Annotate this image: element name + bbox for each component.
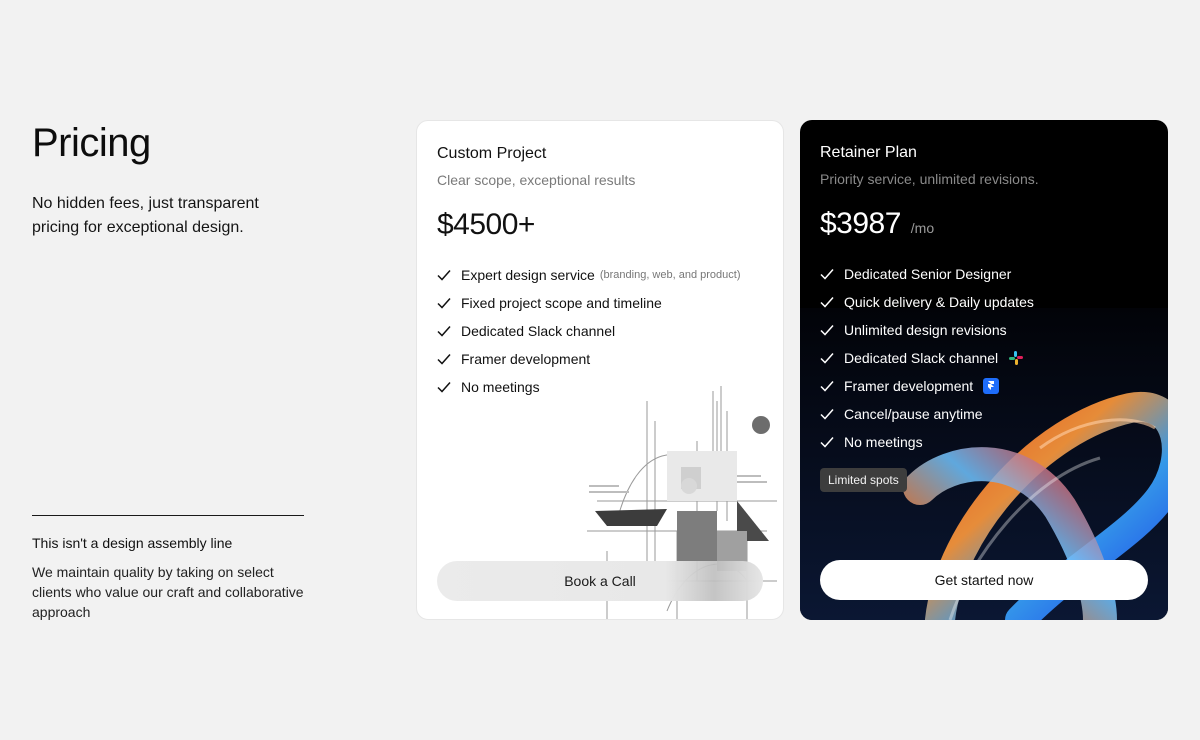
- get-started-button[interactable]: Get started now: [820, 560, 1148, 600]
- note-body: We maintain quality by taking on select …: [32, 564, 304, 620]
- check-icon: [820, 323, 844, 337]
- check-icon: [437, 268, 461, 282]
- feature-label: Framer development: [461, 351, 591, 367]
- plan-title: Retainer Plan: [820, 144, 917, 161]
- slack-icon: [1008, 350, 1024, 366]
- quality-note: This isn't a design assembly line We mai…: [32, 515, 304, 622]
- plan-card-retainer: Retainer Plan Priority service, unlimite…: [800, 120, 1168, 620]
- feature-label: Framer development: [844, 378, 974, 394]
- check-icon: [820, 295, 844, 309]
- feature-item: Cancel/pause anytime: [820, 400, 1148, 428]
- feature-item: No meetings: [820, 428, 1148, 456]
- check-icon: [437, 380, 461, 394]
- framer-icon: [983, 378, 1000, 394]
- check-icon: [820, 407, 844, 421]
- feature-label: No meetings: [844, 434, 923, 450]
- check-icon: [820, 267, 844, 281]
- feature-item: Framer development: [437, 345, 763, 373]
- check-icon: [820, 351, 844, 365]
- feature-item: Dedicated Slack channel: [820, 344, 1148, 372]
- feature-item: No meetings: [437, 373, 763, 401]
- divider: [32, 515, 304, 516]
- feature-label: No meetings: [461, 379, 540, 395]
- feature-item: Dedicated Senior Designer: [820, 260, 1148, 288]
- feature-label: Cancel/pause anytime: [844, 406, 983, 422]
- page-title: Pricing: [32, 121, 151, 165]
- feature-item: Dedicated Slack channel: [437, 317, 763, 345]
- check-icon: [437, 352, 461, 366]
- plan-title: Custom Project: [437, 145, 547, 162]
- feature-note: (branding, web, and product): [599, 269, 741, 281]
- feature-item: Fixed project scope and timeline: [437, 289, 763, 317]
- plan-subtitle: Priority service, unlimited revisions.: [820, 171, 1039, 187]
- feature-label: Dedicated Senior Designer: [844, 266, 1012, 282]
- feature-item: Expert design service (branding, web, an…: [437, 261, 763, 289]
- price-amount: $3987: [820, 207, 901, 240]
- feature-item: Framer development: [820, 372, 1148, 400]
- check-icon: [820, 435, 844, 449]
- note-heading: This isn't a design assembly line: [32, 535, 233, 551]
- plan-subtitle: Clear scope, exceptional results: [437, 172, 636, 188]
- feature-label: Unlimited design revisions: [844, 322, 1007, 338]
- feature-label: Expert design service: [461, 267, 595, 283]
- feature-label: Dedicated Slack channel: [461, 323, 616, 339]
- limited-spots-badge: Limited spots: [820, 468, 907, 492]
- feature-item: Quick delivery & Daily updates: [820, 288, 1148, 316]
- plan-card-custom-project: Custom Project Clear scope, exceptional …: [416, 120, 784, 620]
- feature-list: Expert design service (branding, web, an…: [437, 261, 763, 401]
- feature-item: Unlimited design revisions: [820, 316, 1148, 344]
- price-amount: $4500+: [437, 208, 535, 241]
- price-period: /mo: [910, 220, 935, 236]
- check-icon: [437, 296, 461, 310]
- check-icon: [437, 324, 461, 338]
- feature-label: Dedicated Slack channel: [844, 350, 999, 366]
- book-a-call-button[interactable]: Book a Call: [437, 561, 763, 601]
- plan-price: $3987 /mo: [820, 206, 934, 246]
- feature-label: Fixed project scope and timeline: [461, 295, 662, 311]
- plan-price: $4500+: [437, 207, 535, 243]
- intro-lead: No hidden fees, just transparent pricing…: [32, 195, 259, 236]
- check-icon: [820, 379, 844, 393]
- feature-list: Dedicated Senior Designer Quick delivery…: [820, 260, 1148, 456]
- feature-label: Quick delivery & Daily updates: [844, 294, 1034, 310]
- pricing-intro: Pricing No hidden fees, just transparent…: [32, 120, 304, 240]
